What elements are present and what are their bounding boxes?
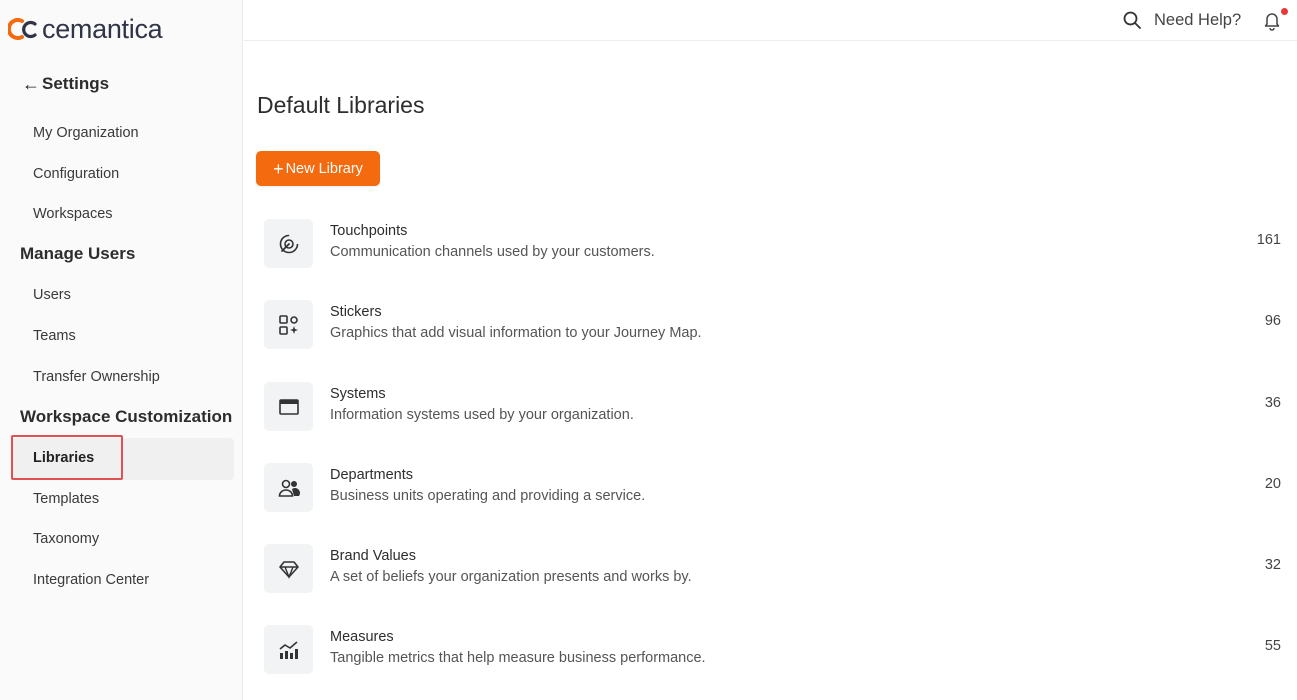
library-description: Tangible metrics that help measure busin… [330, 650, 706, 666]
sidebar-item-teams[interactable]: Teams [33, 328, 76, 344]
notification-badge [1281, 8, 1288, 15]
sidebar-item-taxonomy[interactable]: Taxonomy [33, 531, 99, 547]
library-description: Information systems used by your organiz… [330, 407, 634, 423]
sidebar-item-users[interactable]: Users [33, 287, 71, 303]
sidebar-item-workspaces[interactable]: Workspaces [33, 206, 113, 222]
page-title: Default Libraries [257, 92, 425, 118]
library-count: 32 [1264, 557, 1281, 573]
library-description: A set of beliefs your organization prese… [330, 569, 692, 585]
brand-logo[interactable]: cemantica [8, 14, 163, 44]
library-row-touchpoints[interactable]: Touchpoints Communication channels used … [256, 213, 1286, 287]
sidebar-item-libraries[interactable]: Libraries [33, 450, 94, 466]
people-icon [264, 463, 313, 512]
new-library-button[interactable]: + New Library [256, 151, 380, 186]
arrow-left-icon: ← [22, 74, 40, 94]
touchpoint-icon [264, 219, 313, 268]
browser-window-icon [264, 382, 313, 431]
library-name: Brand Values [330, 548, 416, 564]
new-library-label: New Library [285, 160, 363, 177]
section-workspace-customization: Workspace Customization [20, 407, 233, 426]
library-row-departments[interactable]: Departments Business units operating and… [256, 457, 1286, 531]
library-name: Systems [330, 386, 386, 402]
settings-heading: Settings [42, 74, 110, 93]
chart-icon [264, 625, 313, 674]
section-manage-users: Manage Users [20, 244, 136, 263]
library-name: Stickers [330, 304, 382, 320]
library-count: 20 [1264, 476, 1281, 492]
library-row-stickers[interactable]: Stickers Graphics that add visual inform… [256, 294, 1286, 368]
bell-icon[interactable] [1261, 9, 1283, 31]
library-count: 55 [1264, 638, 1281, 654]
sidebar-item-transfer-ownership[interactable]: Transfer Ownership [33, 369, 160, 385]
library-name: Departments [330, 467, 414, 483]
library-name: Measures [330, 629, 394, 645]
cemantica-logo-icon [8, 18, 37, 40]
sidebar: cemantica ← Settings My Organization Con… [0, 0, 243, 700]
diamond-icon [264, 544, 313, 593]
top-bar: Need Help? [244, 0, 1297, 41]
library-description: Business units operating and providing a… [330, 488, 646, 504]
plus-icon: + [273, 158, 284, 179]
sidebar-item-integration-center[interactable]: Integration Center [33, 572, 149, 588]
search-icon[interactable] [1122, 10, 1142, 30]
library-row-brand-values[interactable]: Brand Values A set of beliefs your organ… [256, 538, 1286, 612]
back-to-settings[interactable]: ← Settings [22, 74, 109, 94]
library-description: Communication channels used by your cust… [330, 244, 655, 260]
sidebar-item-configuration[interactable]: Configuration [33, 166, 119, 182]
library-count: 96 [1264, 313, 1281, 329]
library-name: Touchpoints [330, 223, 408, 239]
library-count: 36 [1264, 395, 1281, 411]
library-row-measures[interactable]: Measures Tangible metrics that help meas… [256, 619, 1286, 693]
sidebar-item-my-organization[interactable]: My Organization [33, 125, 139, 141]
brand-name: cemantica [42, 14, 163, 44]
sidebar-item-templates[interactable]: Templates [33, 491, 99, 507]
library-count: 161 [1256, 232, 1281, 248]
library-description: Graphics that add visual information to … [330, 325, 702, 341]
sticker-icon [264, 300, 313, 349]
need-help-link[interactable]: Need Help? [1154, 11, 1241, 30]
library-row-systems[interactable]: Systems Information systems used by your… [256, 376, 1286, 450]
